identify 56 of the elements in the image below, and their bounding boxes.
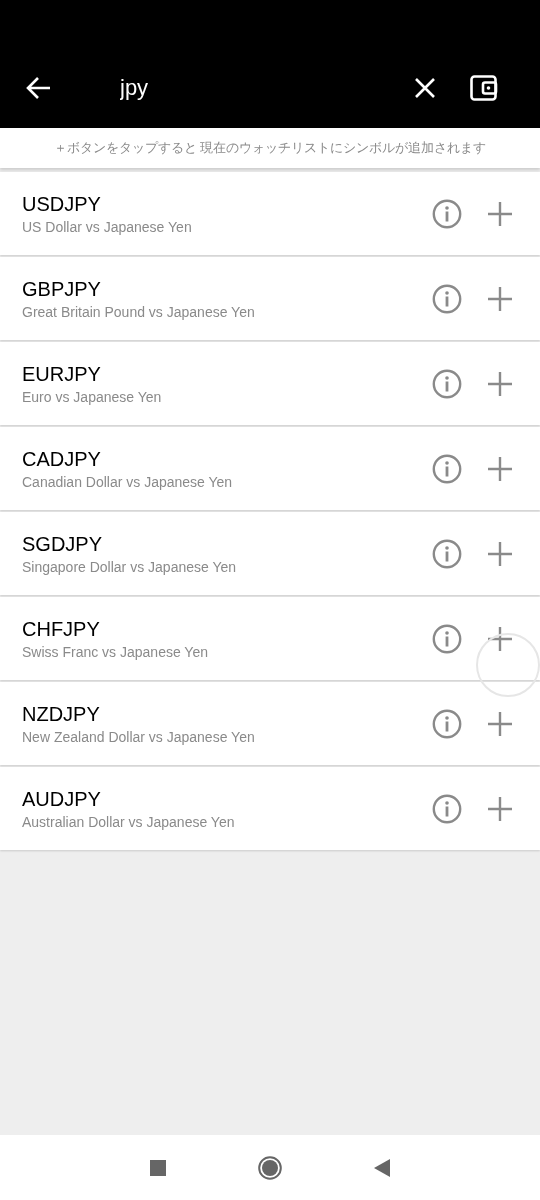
symbol-description: Euro vs Japanese Yen: [22, 388, 163, 407]
symbol-name: NZDJPY: [22, 702, 101, 726]
info-button[interactable]: [431, 452, 463, 485]
info-icon: [432, 708, 462, 739]
info-button[interactable]: [431, 367, 463, 400]
plus-icon: [487, 795, 513, 822]
symbol-name: EURJPY: [22, 362, 102, 386]
plus-icon: [487, 540, 513, 567]
symbol-row[interactable]: CHFJPY Swiss Franc vs Japanese Yen: [0, 597, 540, 680]
plus-icon: [487, 455, 513, 482]
info-button[interactable]: [431, 537, 463, 570]
symbol-name: SGDJPY: [22, 532, 104, 556]
symbol-name: CADJPY: [22, 447, 102, 471]
symbol-row[interactable]: USDJPY US Dollar vs Japanese Yen: [0, 172, 540, 255]
symbol-name: CHFJPY: [22, 617, 101, 641]
plus-icon: [487, 200, 513, 227]
symbol-description: US Dollar vs Japanese Yen: [22, 218, 193, 237]
symbol-name: GBPJPY: [22, 277, 102, 301]
symbol-name: USDJPY: [22, 192, 102, 216]
info-button[interactable]: [431, 792, 463, 825]
plus-icon: [487, 370, 513, 397]
search-field[interactable]: jpy: [120, 70, 380, 106]
info-button[interactable]: [431, 622, 463, 655]
symbol-name: AUDJPY: [22, 787, 102, 811]
info-icon: [432, 453, 462, 484]
close-icon: [414, 77, 436, 99]
symbol-description: Great Britain Pound vs Japanese Yen: [22, 303, 256, 322]
plus-icon: [487, 285, 513, 312]
back-icon[interactable]: [374, 1158, 390, 1177]
info-icon: [432, 623, 462, 654]
recent-apps-icon[interactable]: [150, 1159, 166, 1176]
info-icon: [432, 198, 462, 229]
info-button[interactable]: [431, 197, 463, 230]
symbol-row[interactable]: AUDJPY Australian Dollar vs Japanese Yen: [0, 767, 540, 850]
symbol-row[interactable]: GBPJPY Great Britain Pound vs Japanese Yen: [0, 257, 540, 340]
back-arrow-icon: [26, 76, 52, 100]
info-icon: [432, 283, 462, 314]
symbol-row[interactable]: NZDJPY New Zealand Dollar vs Japanese Yen: [0, 682, 540, 765]
symbol-description: Australian Dollar vs Japanese Yen: [22, 813, 236, 832]
info-button[interactable]: [431, 282, 463, 315]
symbol-row[interactable]: EURJPY Euro vs Japanese Yen: [0, 342, 540, 425]
wallet-icon: [470, 75, 498, 101]
symbol-description: New Zealand Dollar vs Japanese Yen: [22, 728, 256, 747]
symbol-description: Swiss Franc vs Japanese Yen: [22, 643, 209, 662]
info-icon: [432, 538, 462, 569]
symbol-description: Canadian Dollar vs Japanese Yen: [22, 473, 234, 492]
info-icon: [432, 793, 462, 824]
symbol-row[interactable]: CADJPY Canadian Dollar vs Japanese Yen: [0, 427, 540, 510]
plus-icon: [487, 625, 513, 652]
symbol-row[interactable]: SGDJPY Singapore Dollar vs Japanese Yen: [0, 512, 540, 595]
plus-icon: [487, 710, 513, 737]
info-button[interactable]: [431, 707, 463, 740]
info-icon: [432, 368, 462, 399]
symbol-description: Singapore Dollar vs Japanese Yen: [22, 558, 238, 577]
home-icon[interactable]: [258, 1155, 282, 1180]
hint-text: ＋ボタンをタップすると 現在のウォッチリストにシンボルが追加されます: [53, 139, 487, 158]
